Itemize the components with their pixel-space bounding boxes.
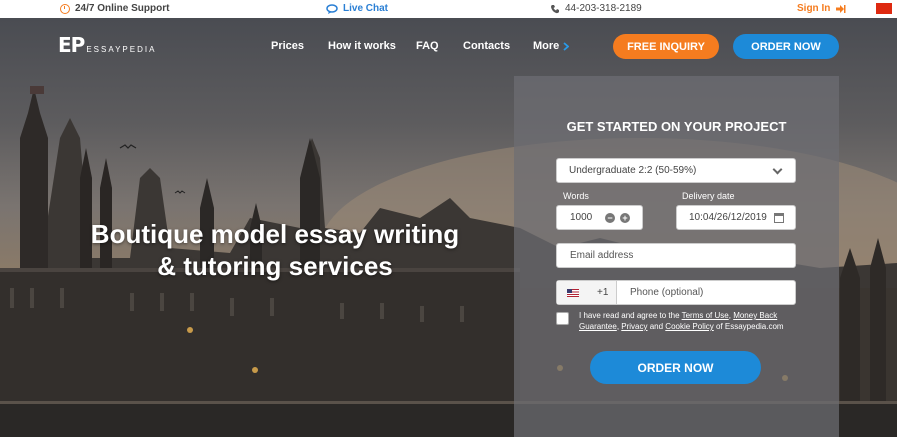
phone-link[interactable]: 44-203-318-2189 (550, 3, 642, 14)
nav-link-faq[interactable]: FAQ (416, 40, 439, 52)
live-chat-link[interactable]: Live Chat (326, 3, 388, 14)
headline-line-2: & tutoring services (157, 251, 393, 281)
email-placeholder: Email address (570, 250, 634, 261)
order-now-button[interactable]: ORDER NOW (590, 351, 761, 384)
sign-in-link[interactable]: Sign In (797, 3, 846, 14)
hero-headline: Boutique model essay writing & tutoring … (70, 218, 480, 282)
main-navigation: EP ESSAYPEDIA Prices How it works FAQ Co… (0, 18, 897, 76)
words-stepper[interactable]: 1000 − + (556, 205, 643, 230)
form-title: GET STARTED ON YOUR PROJECT (566, 119, 787, 134)
increment-icon[interactable]: + (620, 213, 630, 223)
cookie-policy-link[interactable]: Cookie Policy (665, 322, 713, 331)
chevron-down-icon (772, 164, 783, 175)
top-utility-bar: 24/7 Online Support Live Chat 44-203-318… (0, 0, 897, 18)
logo-text: ESSAYPEDIA (86, 45, 157, 54)
sign-in-icon (836, 4, 846, 13)
decrement-icon[interactable]: − (605, 213, 615, 223)
free-inquiry-button[interactable]: FREE INQUIRY (613, 34, 719, 59)
essaypedia-logo[interactable]: EP ESSAYPEDIA (58, 35, 156, 55)
phone-number: 44-203-318-2189 (565, 3, 642, 14)
logo-mark: EP (58, 33, 85, 57)
privacy-link[interactable]: Privacy (621, 322, 647, 331)
terms-checkbox[interactable] (556, 312, 569, 325)
phone-icon (551, 4, 559, 13)
us-flag-icon (567, 288, 579, 297)
nav-link-prices[interactable]: Prices (271, 40, 304, 52)
delivery-date-label: Delivery date (682, 191, 735, 201)
terms-suffix: of Essaypedia.com (713, 322, 784, 331)
clock-icon (60, 3, 70, 14)
delivery-date-field[interactable]: 10:04/26/12/2019 (676, 205, 796, 230)
sign-in-label: Sign In (797, 3, 831, 14)
phone-field[interactable]: +1 Phone (optional) (556, 280, 796, 305)
email-field[interactable]: Email address (556, 243, 796, 268)
academic-level-value: Undergraduate 2:2 (50-59%) (569, 165, 697, 176)
words-value: 1000 (570, 212, 593, 223)
phone-placeholder: Phone (optional) (630, 287, 704, 298)
terms-of-use-link[interactable]: Terms of Use (682, 311, 729, 320)
words-label: Words (563, 191, 589, 201)
calendar-icon[interactable] (774, 213, 784, 223)
terms-text: I have read and agree to the Terms of Us… (579, 310, 789, 332)
online-support: 24/7 Online Support (60, 3, 169, 14)
nav-link-more[interactable]: More (533, 40, 570, 52)
terms-prefix: I have read and agree to the (579, 311, 682, 320)
delivery-date-value: 10:04/26/12/2019 (689, 212, 767, 223)
chevron-right-icon (563, 41, 570, 51)
live-chat-label: Live Chat (343, 3, 389, 14)
headline-line-1: Boutique model essay writing (90, 219, 460, 249)
china-flag-icon[interactable] (876, 3, 892, 14)
academic-level-select[interactable]: Undergraduate 2:2 (50-59%) (556, 158, 796, 183)
support-label: 24/7 Online Support (75, 3, 170, 14)
country-code-value: +1 (597, 287, 609, 298)
country-code-select[interactable]: +1 (557, 281, 617, 304)
nav-link-how-it-works[interactable]: How it works (328, 40, 396, 52)
order-now-header-button[interactable]: ORDER NOW (733, 34, 839, 59)
nav-link-contacts[interactable]: Contacts (463, 40, 510, 52)
more-label: More (533, 40, 560, 52)
terms-and: and (647, 322, 666, 331)
chat-icon (326, 3, 338, 14)
